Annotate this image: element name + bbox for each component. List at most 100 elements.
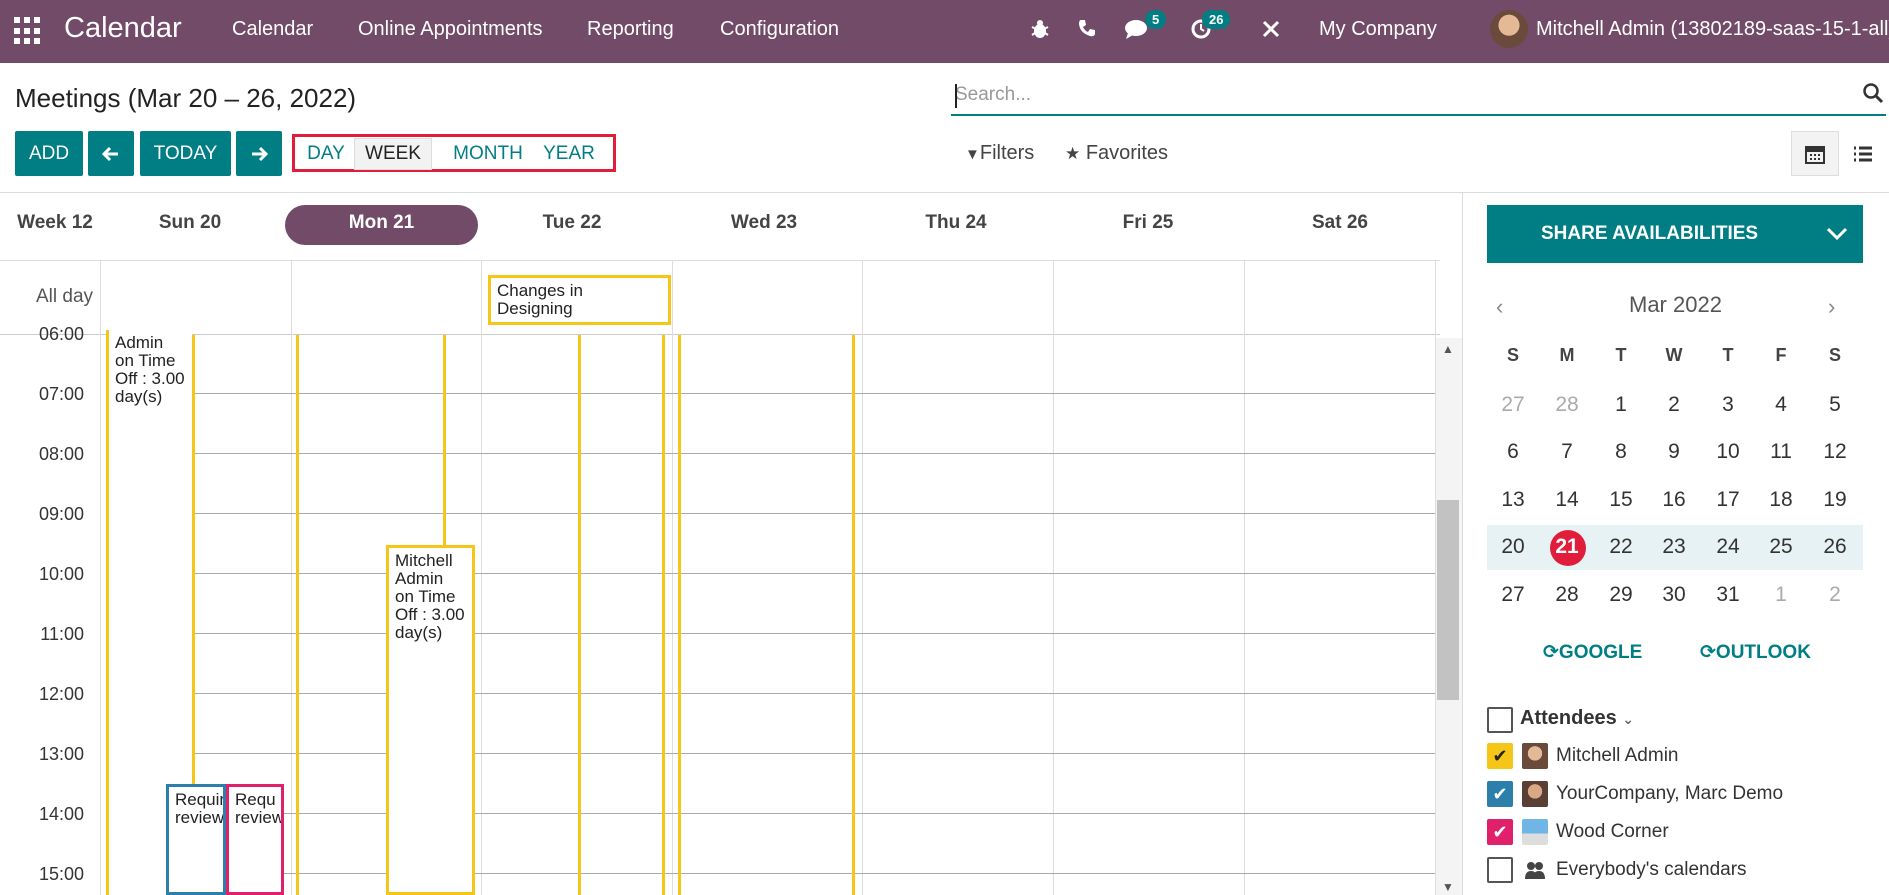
mini-calendar-day[interactable]: 11 bbox=[1761, 440, 1801, 464]
user-menu[interactable]: Mitchell Admin (13802189-saas-15-1-all) bbox=[1536, 18, 1889, 41]
mini-calendar-next[interactable]: › bbox=[1828, 294, 1835, 320]
day-header-sat[interactable]: Sat 26 bbox=[1260, 212, 1420, 234]
day-header-thu[interactable]: Thu 24 bbox=[876, 212, 1036, 234]
menu-calendar[interactable]: Calendar bbox=[232, 18, 313, 41]
next-button[interactable] bbox=[236, 131, 282, 176]
google-sync-button[interactable]: ⟳GOOGLE bbox=[1543, 641, 1642, 664]
mini-calendar-day[interactable]: 17 bbox=[1708, 488, 1748, 512]
app-title[interactable]: Calendar bbox=[64, 12, 182, 45]
scroll-up-icon[interactable]: ▲ bbox=[1442, 342, 1454, 356]
share-availabilities-button[interactable]: SHARE AVAILABILITIES bbox=[1487, 205, 1863, 263]
mini-calendar-day[interactable]: 13 bbox=[1493, 488, 1533, 512]
meeting-event[interactable]: Requir review bbox=[166, 784, 226, 895]
mini-calendar-day[interactable]: 23 bbox=[1654, 535, 1694, 559]
mini-calendar-day[interactable]: 25 bbox=[1761, 535, 1801, 559]
previous-button[interactable] bbox=[88, 131, 134, 176]
apps-grid-icon[interactable] bbox=[14, 17, 42, 45]
day-header-wed[interactable]: Wed 23 bbox=[684, 212, 844, 234]
mini-calendar-day[interactable]: 15 bbox=[1601, 488, 1641, 512]
attendee-checkbox[interactable] bbox=[1487, 857, 1513, 883]
mini-calendar-day[interactable]: 29 bbox=[1601, 583, 1641, 607]
mini-calendar-day[interactable]: 26 bbox=[1815, 535, 1855, 559]
hour-label: 09:00 bbox=[38, 504, 84, 524]
menu-configuration[interactable]: Configuration bbox=[720, 18, 839, 41]
mini-calendar-day[interactable]: 7 bbox=[1547, 440, 1587, 464]
mini-calendar-day[interactable]: 2 bbox=[1654, 393, 1694, 417]
mini-calendar-day[interactable]: 4 bbox=[1761, 393, 1801, 417]
attendee-checkbox[interactable]: ✔ bbox=[1487, 819, 1513, 845]
scroll-down-icon[interactable]: ▼ bbox=[1442, 880, 1454, 894]
time-off-event[interactable]: Admin on Time Off : 3.00 day(s) bbox=[106, 330, 192, 440]
mini-calendar-day[interactable]: 12 bbox=[1815, 440, 1855, 464]
event-bar[interactable] bbox=[662, 335, 665, 895]
mini-calendar-day[interactable]: 3 bbox=[1708, 393, 1748, 417]
mini-calendar-day[interactable]: 14 bbox=[1547, 488, 1587, 512]
mini-calendar-day[interactable]: 21 bbox=[1547, 535, 1587, 559]
today-button[interactable]: TODAY bbox=[140, 131, 231, 176]
outlook-sync-button[interactable]: ⟳OUTLOOK bbox=[1700, 641, 1811, 664]
attendee-checkbox[interactable]: ✔ bbox=[1487, 781, 1513, 807]
mini-calendar-day[interactable]: 28 bbox=[1547, 393, 1587, 417]
mini-calendar-day[interactable]: 19 bbox=[1815, 488, 1855, 512]
hour-line bbox=[195, 753, 1435, 754]
attendee-name: Wood Corner bbox=[1556, 821, 1669, 842]
scrollbar-thumb[interactable] bbox=[1437, 500, 1459, 700]
mini-calendar-day[interactable]: 10 bbox=[1708, 440, 1748, 464]
event-bar[interactable] bbox=[578, 335, 581, 895]
mini-calendar-day[interactable]: 16 bbox=[1654, 488, 1694, 512]
menu-online-appointments[interactable]: Online Appointments bbox=[358, 18, 543, 41]
range-month[interactable]: MONTH bbox=[440, 138, 536, 170]
mini-calendar-day[interactable]: 6 bbox=[1493, 440, 1533, 464]
mini-calendar-day[interactable]: 22 bbox=[1601, 535, 1641, 559]
mini-calendar-day[interactable]: 9 bbox=[1654, 440, 1694, 464]
bug-icon[interactable] bbox=[1029, 18, 1051, 40]
event-bar[interactable] bbox=[852, 335, 855, 895]
mini-calendar-day[interactable]: 27 bbox=[1493, 583, 1533, 607]
event-bar[interactable] bbox=[192, 335, 195, 785]
day-header-mon[interactable]: Mon 21 bbox=[285, 212, 478, 234]
mini-calendar-day[interactable]: 30 bbox=[1654, 583, 1694, 607]
list-icon bbox=[1854, 146, 1872, 161]
mini-calendar-day[interactable]: 8 bbox=[1601, 440, 1641, 464]
range-year[interactable]: YEAR bbox=[538, 138, 600, 170]
mini-calendar-day[interactable]: 1 bbox=[1761, 583, 1801, 607]
attendee-checkbox[interactable]: ✔ bbox=[1487, 743, 1513, 769]
phone-icon[interactable] bbox=[1077, 18, 1097, 38]
calendar-view-button[interactable] bbox=[1791, 131, 1839, 176]
mini-calendar-day[interactable]: 2 bbox=[1815, 583, 1855, 607]
add-button[interactable]: ADD bbox=[15, 131, 83, 176]
company-switcher[interactable]: My Company bbox=[1319, 18, 1437, 41]
mini-calendar-month: Mar 2022 bbox=[1629, 292, 1722, 317]
mini-calendar-day[interactable]: 24 bbox=[1708, 535, 1748, 559]
favorites-dropdown[interactable]: ★ Favorites bbox=[1065, 142, 1168, 165]
list-view-button[interactable] bbox=[1839, 131, 1887, 176]
tools-icon[interactable] bbox=[1261, 19, 1281, 39]
mini-calendar-day[interactable]: 18 bbox=[1761, 488, 1801, 512]
event-bar[interactable] bbox=[443, 335, 446, 545]
day-header-tue[interactable]: Tue 22 bbox=[492, 212, 652, 234]
event-bar[interactable] bbox=[678, 335, 681, 895]
mini-calendar-day[interactable]: 5 bbox=[1815, 393, 1855, 417]
user-avatar[interactable] bbox=[1490, 10, 1528, 48]
mini-calendar-day[interactable]: 20 bbox=[1493, 535, 1533, 559]
mini-calendar-day[interactable]: 27 bbox=[1493, 393, 1533, 417]
menu-reporting[interactable]: Reporting bbox=[587, 18, 674, 41]
filters-dropdown[interactable]: ▼Filters bbox=[965, 142, 1034, 165]
range-day[interactable]: DAY bbox=[297, 138, 355, 170]
time-off-event[interactable]: Mitchell Admin on Time Off : 3.00 day(s) bbox=[386, 545, 475, 895]
mini-calendar-day[interactable]: 28 bbox=[1547, 583, 1587, 607]
meeting-event[interactable]: Requ review bbox=[226, 784, 284, 895]
attendees-select-all-checkbox[interactable] bbox=[1487, 707, 1513, 733]
range-week[interactable]: WEEK bbox=[354, 138, 432, 170]
mini-calendar-day[interactable]: 1 bbox=[1601, 393, 1641, 417]
search-icon[interactable] bbox=[1862, 82, 1884, 104]
search-input[interactable] bbox=[955, 80, 1815, 110]
mini-calendar-day[interactable]: 31 bbox=[1708, 583, 1748, 607]
day-header-fri[interactable]: Fri 25 bbox=[1068, 212, 1228, 234]
mini-calendar-prev[interactable]: ‹ bbox=[1496, 294, 1503, 320]
day-header-sun[interactable]: Sun 20 bbox=[110, 212, 270, 234]
event-bar[interactable] bbox=[296, 335, 299, 895]
all-day-event[interactable]: Changes in Designing bbox=[488, 275, 671, 325]
attendees-title[interactable]: Attendees ⌄ bbox=[1520, 707, 1634, 730]
arrow-left-icon bbox=[102, 146, 118, 161]
